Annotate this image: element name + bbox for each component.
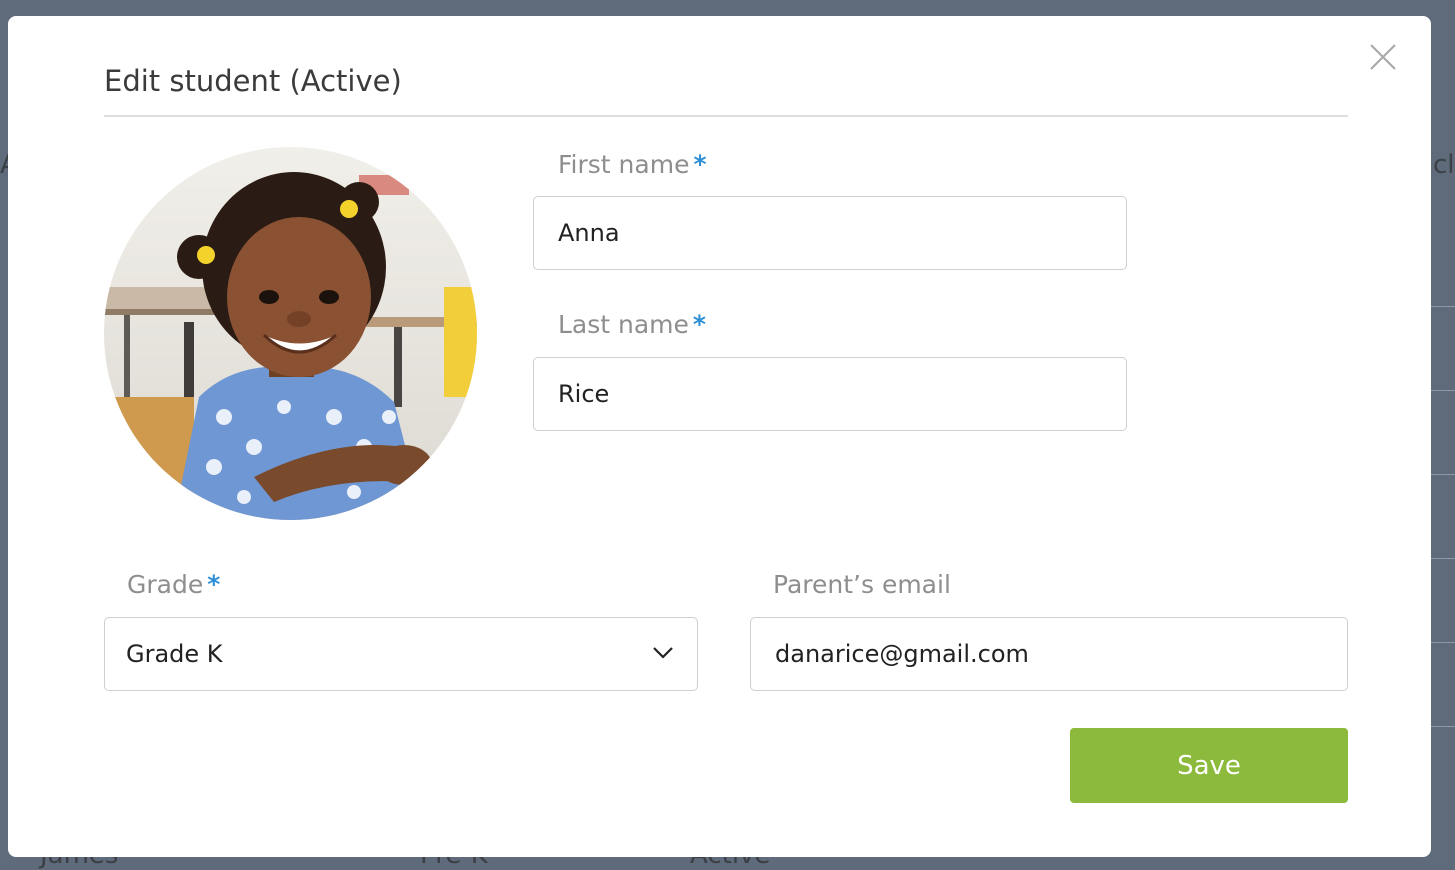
grade-label: Grade *	[127, 570, 220, 599]
last-name-label-text: Last name	[558, 310, 689, 339]
edit-student-modal: Edit student (Active) First name * Anna …	[8, 16, 1431, 857]
save-button[interactable]: Save	[1070, 728, 1348, 803]
last-name-label: Last name *	[558, 310, 706, 339]
grade-label-text: Grade	[127, 570, 204, 599]
chevron-down-icon	[651, 645, 675, 665]
first-name-label: First name *	[558, 150, 707, 179]
first-name-label-text: First name	[558, 150, 690, 179]
grade-select[interactable]: Grade K	[104, 617, 698, 691]
required-asterisk: *	[207, 570, 221, 599]
parent-email-label-text: Parent’s email	[773, 570, 951, 599]
backdrop-text-right: cl	[1433, 150, 1455, 180]
parent-email-input[interactable]	[750, 617, 1348, 691]
required-asterisk: *	[693, 150, 707, 179]
student-photo	[104, 147, 477, 520]
required-asterisk: *	[692, 310, 706, 339]
last-name-input[interactable]	[533, 357, 1127, 431]
first-name-input[interactable]	[533, 196, 1127, 270]
close-icon[interactable]	[1369, 43, 1397, 71]
student-avatar[interactable]	[104, 147, 477, 520]
grade-select-value: Grade K	[126, 640, 223, 668]
title-divider	[104, 115, 1348, 117]
modal-title: Edit student (Active)	[104, 64, 402, 98]
parent-email-label: Parent’s email	[773, 570, 951, 599]
